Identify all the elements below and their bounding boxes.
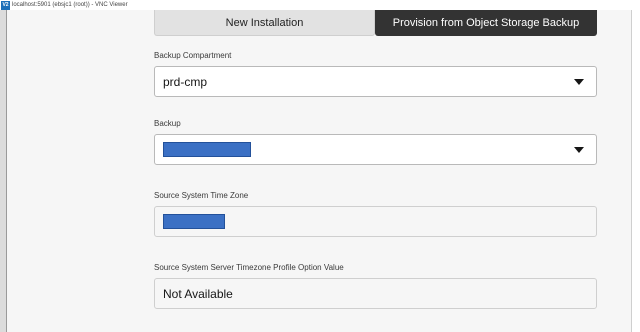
backup-compartment-select[interactable]: prd-cmp [154, 66, 597, 97]
tab-provision-from-object-storage-backup[interactable]: Provision from Object Storage Backup [375, 10, 597, 36]
backup-compartment-value: prd-cmp [163, 74, 208, 89]
redacted-backup-value [163, 142, 251, 157]
vertical-scrollbar[interactable] [631, 10, 640, 332]
source-system-time-zone-label: Source System Time Zone [154, 191, 249, 200]
title-bar: V2 localhost:5901 (ebsjc1 (root)) - VNC … [0, 0, 640, 10]
source-system-time-zone-field [154, 206, 597, 237]
backup-select[interactable] [154, 134, 597, 165]
redacted-time-zone-value [163, 214, 225, 229]
vnc-viewer-window: V2 localhost:5901 (ebsjc1 (root)) - VNC … [0, 0, 640, 332]
tab-new-installation[interactable]: New Installation [154, 10, 375, 36]
installation-mode-tabs: New Installation Provision from Object S… [154, 10, 597, 36]
vnc-viewer-logo-icon: V2 [1, 0, 10, 10]
server-timezone-profile-value: Not Available [163, 286, 233, 301]
server-timezone-profile-field: Not Available [154, 278, 597, 309]
chevron-down-icon[interactable] [574, 147, 584, 153]
left-window-border [0, 10, 7, 332]
chevron-down-icon[interactable] [574, 79, 584, 85]
server-timezone-profile-label: Source System Server Timezone Profile Op… [154, 263, 344, 272]
backup-compartment-label: Backup Compartment [154, 51, 232, 60]
backup-label: Backup [154, 119, 181, 128]
window-title: localhost:5901 (ebsjc1 (root)) - VNC Vie… [12, 2, 128, 8]
